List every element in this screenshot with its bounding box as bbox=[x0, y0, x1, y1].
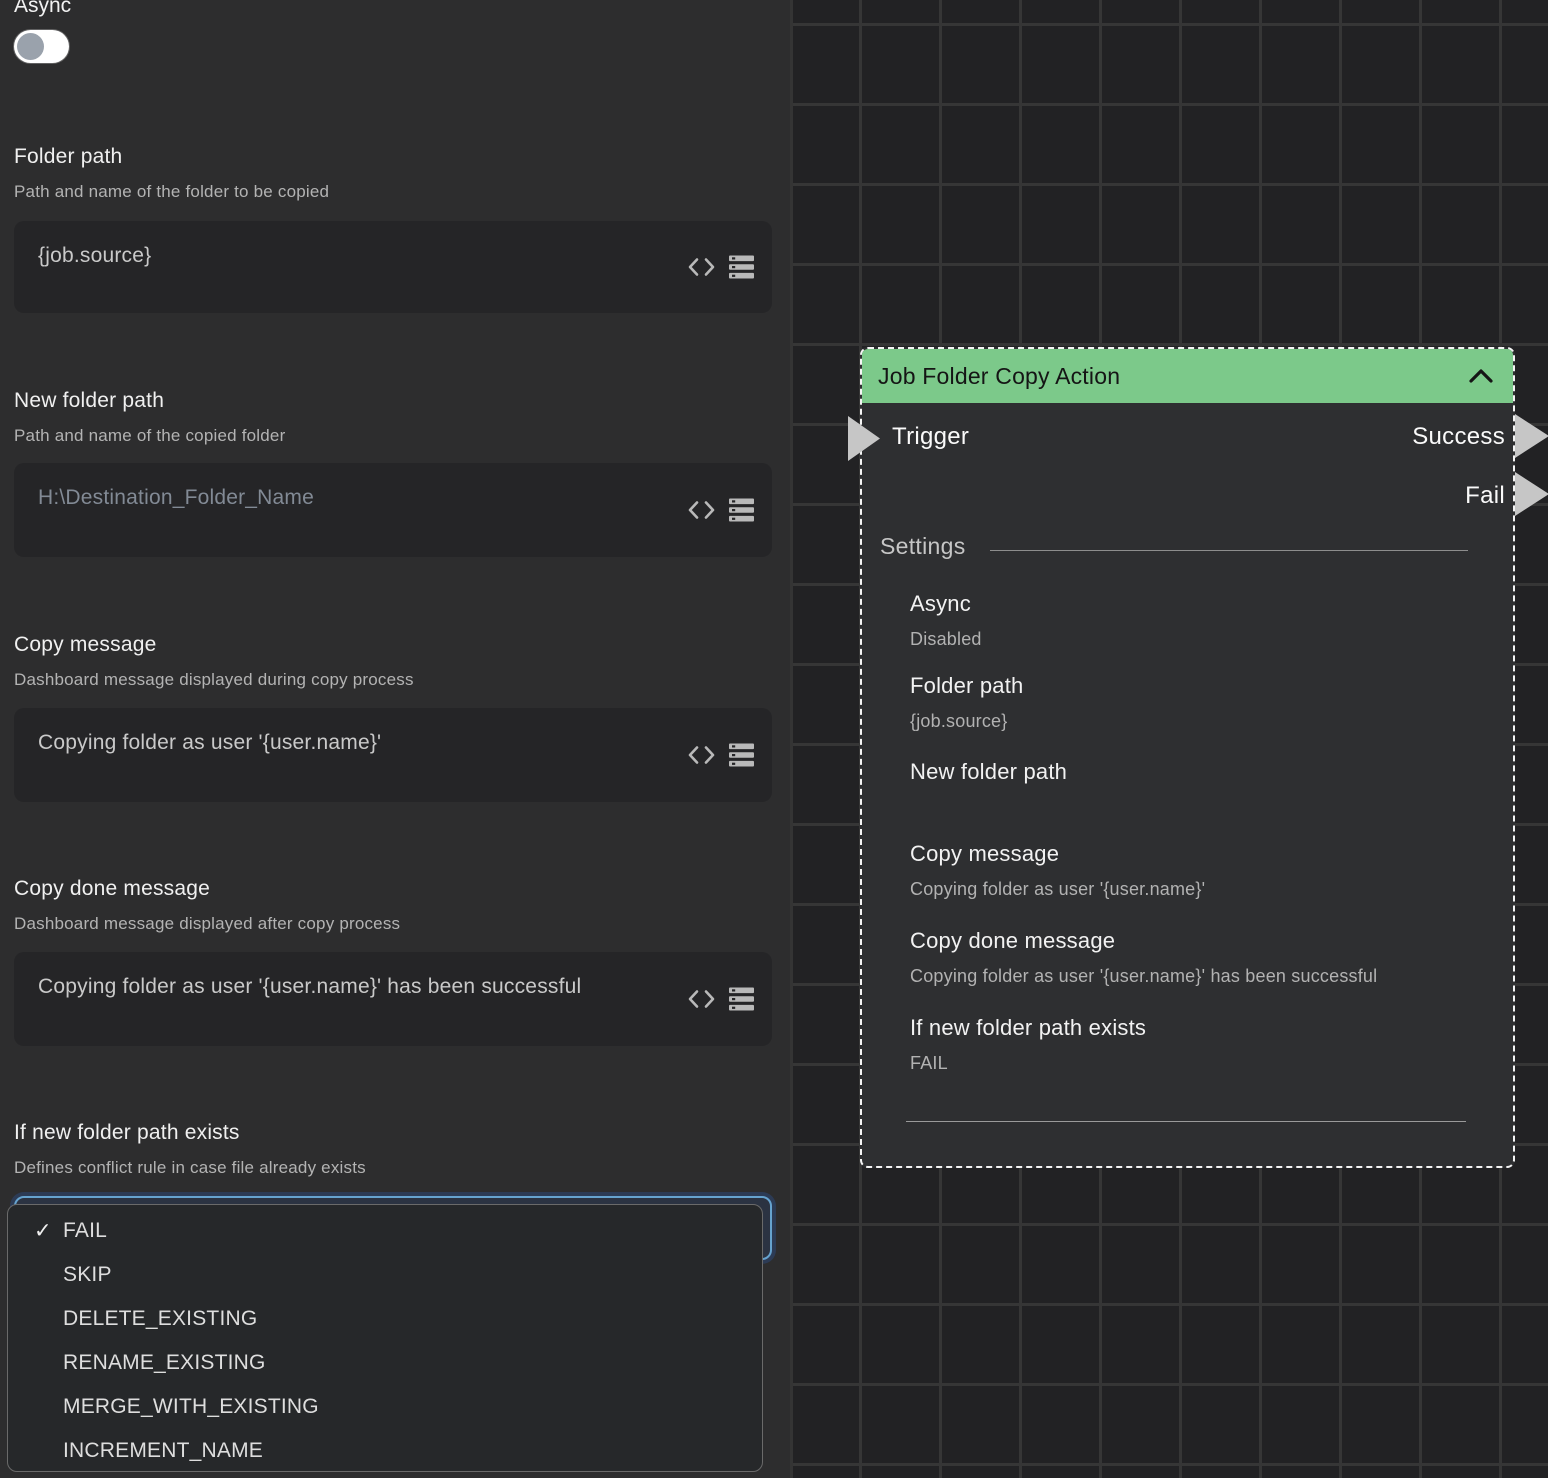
copy-message-description: Dashboard message displayed during copy … bbox=[14, 670, 772, 690]
folder-path-field: {job.source} bbox=[14, 221, 772, 313]
output-port-label-fail: Fail bbox=[1465, 482, 1505, 510]
list-icon[interactable] bbox=[729, 499, 754, 522]
setting-value: Copying folder as user '{user.name}' bbox=[910, 879, 1473, 900]
copy-done-message-input[interactable]: Copying folder as user '{user.name}' has… bbox=[14, 952, 772, 1046]
check-icon: ✓ bbox=[34, 1219, 52, 1244]
output-port-label-success: Success bbox=[1412, 423, 1505, 451]
folder-path-label: Folder path bbox=[14, 145, 772, 169]
node-header[interactable]: Job Folder Copy Action bbox=[862, 349, 1513, 403]
setting-name: If new folder path exists bbox=[910, 1015, 1473, 1041]
node-setting-async: Async Disabled bbox=[910, 591, 1473, 650]
copy-done-message-label: Copy done message bbox=[14, 877, 772, 901]
field-icons bbox=[688, 256, 754, 279]
new-folder-path-description: Path and name of the copied folder bbox=[14, 426, 772, 446]
setting-value: FAIL bbox=[910, 1053, 1473, 1074]
async-toggle[interactable] bbox=[14, 30, 69, 63]
copy-message-field: Copying folder as user '{user.name}' bbox=[14, 708, 772, 802]
conflict-rule-description: Defines conflict rule in case file alrea… bbox=[14, 1158, 772, 1178]
copy-done-message-field: Copying folder as user '{user.name}' has… bbox=[14, 952, 772, 1046]
setting-name: New folder path bbox=[910, 759, 1473, 785]
field-icons bbox=[688, 499, 754, 522]
success-output-connector[interactable] bbox=[1515, 414, 1548, 458]
option-label: INCREMENT_NAME bbox=[63, 1439, 263, 1463]
new-folder-path-field bbox=[14, 463, 772, 557]
dropdown-option-increment-name[interactable]: INCREMENT_NAME bbox=[8, 1429, 762, 1472]
copy-message-label: Copy message bbox=[14, 633, 772, 657]
list-icon[interactable] bbox=[729, 256, 754, 279]
setting-name: Copy done message bbox=[910, 928, 1473, 954]
conflict-rule-dropdown: ✓ FAIL SKIP DELETE_EXISTING RENAME_EXIST… bbox=[7, 1204, 763, 1472]
copy-done-message-description: Dashboard message displayed after copy p… bbox=[14, 914, 772, 934]
setting-name: Copy message bbox=[910, 841, 1473, 867]
node-setting-copy-done-message: Copy done message Copying folder as user… bbox=[910, 928, 1473, 987]
code-icon[interactable] bbox=[688, 258, 715, 277]
dropdown-option-fail[interactable]: ✓ FAIL bbox=[8, 1209, 762, 1253]
node-setting-folder-path: Folder path {job.source} bbox=[910, 673, 1473, 732]
dropdown-option-rename-existing[interactable]: RENAME_EXISTING bbox=[8, 1341, 762, 1385]
option-label: FAIL bbox=[63, 1219, 107, 1243]
chevron-up-icon[interactable] bbox=[1469, 369, 1493, 383]
list-icon[interactable] bbox=[729, 988, 754, 1011]
new-folder-path-input[interactable] bbox=[14, 463, 772, 557]
conflict-rule-label: If new folder path exists bbox=[14, 1121, 772, 1145]
input-port-label-trigger: Trigger bbox=[892, 423, 969, 451]
field-icons bbox=[688, 988, 754, 1011]
dropdown-option-merge-with-existing[interactable]: MERGE_WITH_EXISTING bbox=[8, 1385, 762, 1429]
toggle-knob bbox=[17, 33, 44, 60]
code-icon[interactable] bbox=[688, 746, 715, 765]
async-field-label: Async bbox=[14, 0, 71, 18]
node-job-folder-copy-action[interactable]: Job Folder Copy Action Trigger Success F… bbox=[860, 347, 1515, 1168]
action-settings-panel: Async Folder path Path and name of the f… bbox=[0, 0, 790, 1478]
divider bbox=[906, 1121, 1466, 1122]
node-setting-new-folder-path: New folder path bbox=[910, 759, 1473, 797]
divider bbox=[990, 550, 1468, 551]
option-label: MERGE_WITH_EXISTING bbox=[63, 1395, 319, 1419]
node-setting-if-new-folder-path-exists: If new folder path exists FAIL bbox=[910, 1015, 1473, 1074]
setting-name: Async bbox=[910, 591, 1473, 617]
node-setting-copy-message: Copy message Copying folder as user '{us… bbox=[910, 841, 1473, 900]
option-label: SKIP bbox=[63, 1263, 112, 1287]
option-label: RENAME_EXISTING bbox=[63, 1351, 266, 1375]
field-icons bbox=[688, 744, 754, 767]
dropdown-option-skip[interactable]: SKIP bbox=[8, 1253, 762, 1297]
workflow-canvas[interactable]: Job Folder Copy Action Trigger Success F… bbox=[790, 0, 1548, 1478]
new-folder-path-label: New folder path bbox=[14, 389, 772, 413]
folder-path-input[interactable]: {job.source} bbox=[14, 221, 772, 313]
folder-path-description: Path and name of the folder to be copied bbox=[14, 182, 772, 202]
list-icon[interactable] bbox=[729, 744, 754, 767]
node-title: Job Folder Copy Action bbox=[878, 363, 1120, 390]
setting-name: Folder path bbox=[910, 673, 1473, 699]
copy-message-input[interactable]: Copying folder as user '{user.name}' bbox=[14, 708, 772, 802]
node-settings-heading: Settings bbox=[880, 533, 966, 560]
code-icon[interactable] bbox=[688, 990, 715, 1009]
option-label: DELETE_EXISTING bbox=[63, 1307, 257, 1331]
setting-value: {job.source} bbox=[910, 711, 1473, 732]
setting-value: Disabled bbox=[910, 629, 1473, 650]
setting-value: Copying folder as user '{user.name}' has… bbox=[910, 966, 1473, 987]
code-icon[interactable] bbox=[688, 501, 715, 520]
fail-output-connector[interactable] bbox=[1515, 472, 1548, 516]
dropdown-option-delete-existing[interactable]: DELETE_EXISTING bbox=[8, 1297, 762, 1341]
